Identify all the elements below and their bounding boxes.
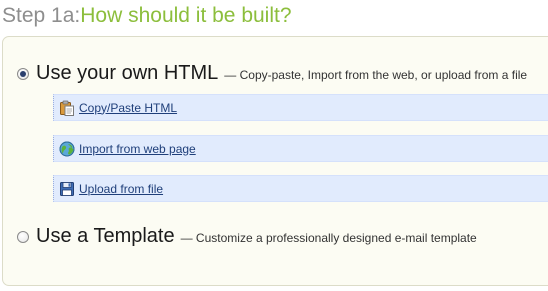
- own-html-title[interactable]: Use your own HTML: [36, 62, 218, 85]
- method-import-web[interactable]: Import from web page: [53, 135, 548, 162]
- step-heading: Step 1a:How should it be built?: [2, 4, 292, 28]
- step-question: How should it be built?: [80, 4, 292, 27]
- import-web-page-link[interactable]: Import from web page: [79, 142, 196, 156]
- copy-paste-html-link[interactable]: Copy/Paste HTML: [79, 101, 177, 115]
- upload-from-file-link[interactable]: Upload from file: [79, 182, 163, 196]
- option-use-own-html[interactable]: Use your own HTML — Copy-paste, Import f…: [17, 62, 527, 85]
- option-use-template[interactable]: Use a Template — Customize a professiona…: [17, 225, 477, 248]
- clipboard-icon: [60, 100, 74, 116]
- template-radio[interactable]: [17, 230, 29, 243]
- step-number: Step 1a:: [2, 4, 81, 27]
- method-copy-paste[interactable]: Copy/Paste HTML: [53, 94, 548, 121]
- own-html-description: — Copy-paste, Import from the web, or up…: [224, 68, 528, 82]
- method-upload-file[interactable]: Upload from file: [53, 175, 548, 202]
- own-html-radio[interactable]: [17, 67, 29, 80]
- template-title[interactable]: Use a Template: [36, 225, 175, 248]
- template-description: — Customize a professionally designed e-…: [180, 231, 477, 245]
- globe-icon: [59, 141, 75, 156]
- floppy-disk-icon: [60, 181, 74, 196]
